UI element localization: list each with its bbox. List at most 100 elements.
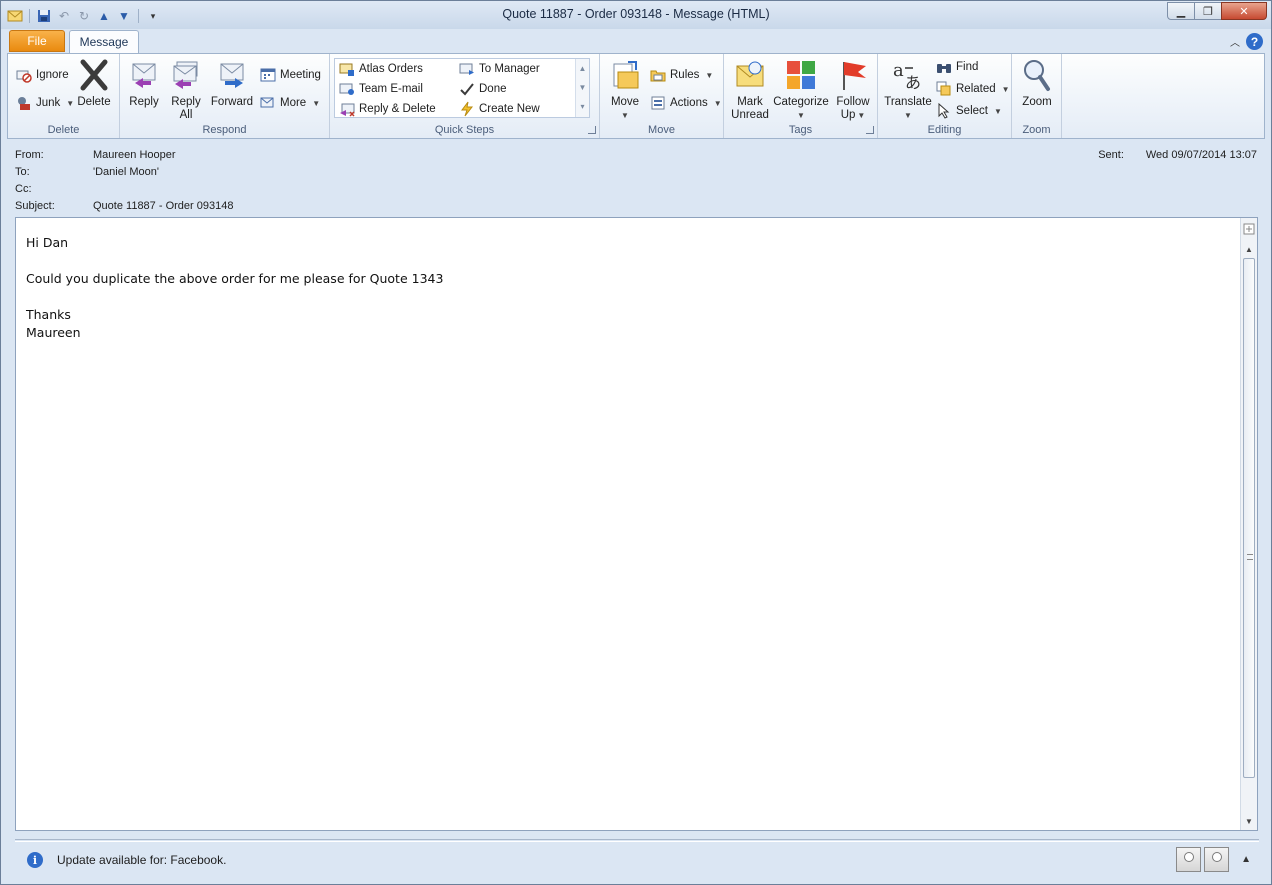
ignore-icon — [16, 67, 32, 83]
find-button[interactable]: Find — [936, 58, 978, 76]
mark-unread-button[interactable]: Mark Unread — [728, 58, 772, 122]
tab-message[interactable]: Message — [69, 30, 139, 54]
translate-button[interactable]: aあ Translate ▼ — [882, 58, 934, 122]
junk-icon — [16, 95, 32, 111]
avatar[interactable] — [1204, 847, 1229, 872]
cc-label: Cc: — [15, 183, 32, 195]
scroll-down-arrow-icon[interactable]: ▼ — [1242, 814, 1256, 828]
expand-people-pane-icon[interactable]: ▲ — [1241, 854, 1251, 865]
rules-dropdown-icon: ▼ — [705, 70, 714, 80]
scroll-up-icon[interactable]: ▲ — [576, 59, 589, 78]
people-pane-splitter[interactable] — [15, 839, 1259, 842]
follow-up-label-line1: Follow — [836, 96, 870, 108]
delete-button[interactable]: Delete — [76, 58, 112, 109]
ribbon-tabs: File Message ︿ ? — [1, 29, 1271, 54]
quick-step-forward-icon — [459, 61, 475, 77]
meeting-button[interactable]: Meeting — [260, 66, 321, 84]
mark-unread-label-line2: Unread — [731, 109, 769, 121]
zoom-button[interactable]: Zoom — [1018, 58, 1056, 109]
junk-dropdown-icon: ▼ — [66, 98, 75, 108]
quick-step-atlas-orders[interactable]: Atlas Orders — [339, 60, 423, 78]
window-title: Quote 11887 - Order 093148 - Message (HT… — [502, 7, 770, 21]
group-respond: Reply Reply All Forward Meeting More ▼ R… — [120, 54, 330, 138]
actions-dropdown-icon: ▼ — [713, 98, 722, 108]
quick-step-to-manager[interactable]: To Manager — [459, 60, 540, 78]
subject-label: Subject: — [15, 200, 55, 212]
minimize-button[interactable]: ▁ — [1167, 2, 1195, 20]
help-icon[interactable]: ? — [1246, 33, 1263, 50]
scroll-up-arrow-icon[interactable]: ▲ — [1242, 242, 1256, 256]
actions-button[interactable]: Actions ▼ — [650, 94, 722, 112]
message-body[interactable]: Hi Dan Could you duplicate the above ord… — [15, 217, 1258, 831]
reply-all-button[interactable]: Reply All — [168, 58, 204, 122]
from-value[interactable]: Maureen Hooper — [93, 149, 176, 165]
tags-dialog-launcher-icon[interactable] — [866, 126, 874, 134]
meeting-calendar-icon — [260, 67, 276, 83]
related-icon — [936, 81, 952, 97]
rules-label: Rules — [670, 69, 700, 81]
person-icon — [1183, 852, 1194, 862]
body-line: Thanks — [26, 307, 71, 322]
scrollbar-thumb[interactable] — [1243, 258, 1255, 778]
quick-step-done[interactable]: Done — [459, 80, 507, 98]
translate-dropdown-icon: ▼ — [904, 111, 912, 120]
window-controls: ▁ ❐ ✕ — [1167, 2, 1267, 20]
from-label: From: — [15, 149, 44, 161]
move-button[interactable]: Move ▼ — [606, 58, 644, 122]
people-pane-avatars — [1176, 847, 1229, 872]
gallery-expand-icon[interactable]: ▾ — [576, 97, 589, 116]
translate-icon: aあ — [891, 58, 925, 92]
close-button[interactable]: ✕ — [1221, 2, 1267, 20]
quick-steps-dialog-launcher-icon[interactable] — [588, 126, 596, 134]
title-bar: ↶ ↻ ▲ ▼ ▾ Quote 11887 - Order 093148 - M… — [1, 1, 1271, 29]
avatar[interactable] — [1176, 847, 1201, 872]
reply-button[interactable]: Reply — [126, 58, 162, 109]
quick-steps-scrollbar[interactable]: ▲ ▼ ▾ — [575, 59, 589, 117]
scrollbar-grip-icon — [1247, 554, 1253, 560]
scroll-down-icon[interactable]: ▼ — [576, 78, 589, 97]
delete-icon — [77, 58, 111, 92]
related-label: Related — [956, 83, 996, 95]
to-value[interactable]: 'Daniel Moon' — [93, 166, 159, 182]
follow-up-button[interactable]: Follow Up ▼ — [832, 58, 874, 122]
more-respond-label: More — [280, 97, 307, 109]
forward-button[interactable]: Forward — [210, 58, 254, 109]
rules-button[interactable]: Rules ▼ — [650, 66, 713, 84]
ribbon: Ignore Junk ▼ Delete Delete Reply Reply … — [7, 53, 1265, 139]
body-vertical-scrollbar[interactable]: ▲ ▼ — [1240, 218, 1257, 830]
flag-icon — [836, 58, 870, 92]
delete-label: Delete — [77, 96, 111, 108]
select-button[interactable]: Select ▼ — [936, 102, 1002, 120]
maximize-button[interactable]: ❐ — [1194, 2, 1222, 20]
meeting-label: Meeting — [280, 69, 321, 81]
scroll-options-icon[interactable] — [1242, 222, 1256, 236]
more-respond-button[interactable]: More ▼ — [260, 94, 320, 112]
move-label: Move — [610, 96, 640, 108]
person-icon — [1211, 852, 1222, 862]
quick-step-reply-delete[interactable]: Reply & Delete — [339, 100, 436, 118]
quick-step-label: Create New — [479, 103, 540, 115]
quick-step-create-new[interactable]: Create New — [459, 100, 540, 118]
quick-step-team-email[interactable]: Team E-mail — [339, 80, 423, 98]
binoculars-icon — [936, 59, 952, 75]
group-move-label: Move — [648, 124, 675, 136]
forward-label: Forward — [210, 96, 254, 108]
junk-button[interactable]: Junk ▼ — [16, 94, 74, 112]
ignore-button[interactable]: Ignore — [16, 66, 69, 84]
tab-file[interactable]: File — [9, 30, 65, 52]
related-dropdown-icon: ▼ — [1001, 84, 1010, 94]
reply-all-label-line1: Reply — [171, 96, 201, 108]
ignore-label: Ignore — [36, 69, 69, 81]
categorize-button[interactable]: Categorize ▼ — [772, 58, 830, 122]
categorize-dropdown-icon: ▼ — [797, 111, 805, 120]
minimize-ribbon-icon[interactable]: ︿ — [1230, 34, 1240, 49]
categorize-label: Categorize — [773, 96, 829, 108]
group-respond-label: Respond — [202, 124, 247, 136]
group-tags-label: Tags — [788, 124, 813, 136]
select-dropdown-icon: ▼ — [993, 106, 1002, 116]
info-bar-text[interactable]: Update available for: Facebook. — [57, 853, 226, 867]
to-row: To: 'Daniel Moon' — [15, 166, 159, 182]
find-label: Find — [956, 61, 979, 73]
svg-text:a: a — [893, 60, 904, 81]
related-button[interactable]: Related ▼ — [936, 80, 1010, 98]
